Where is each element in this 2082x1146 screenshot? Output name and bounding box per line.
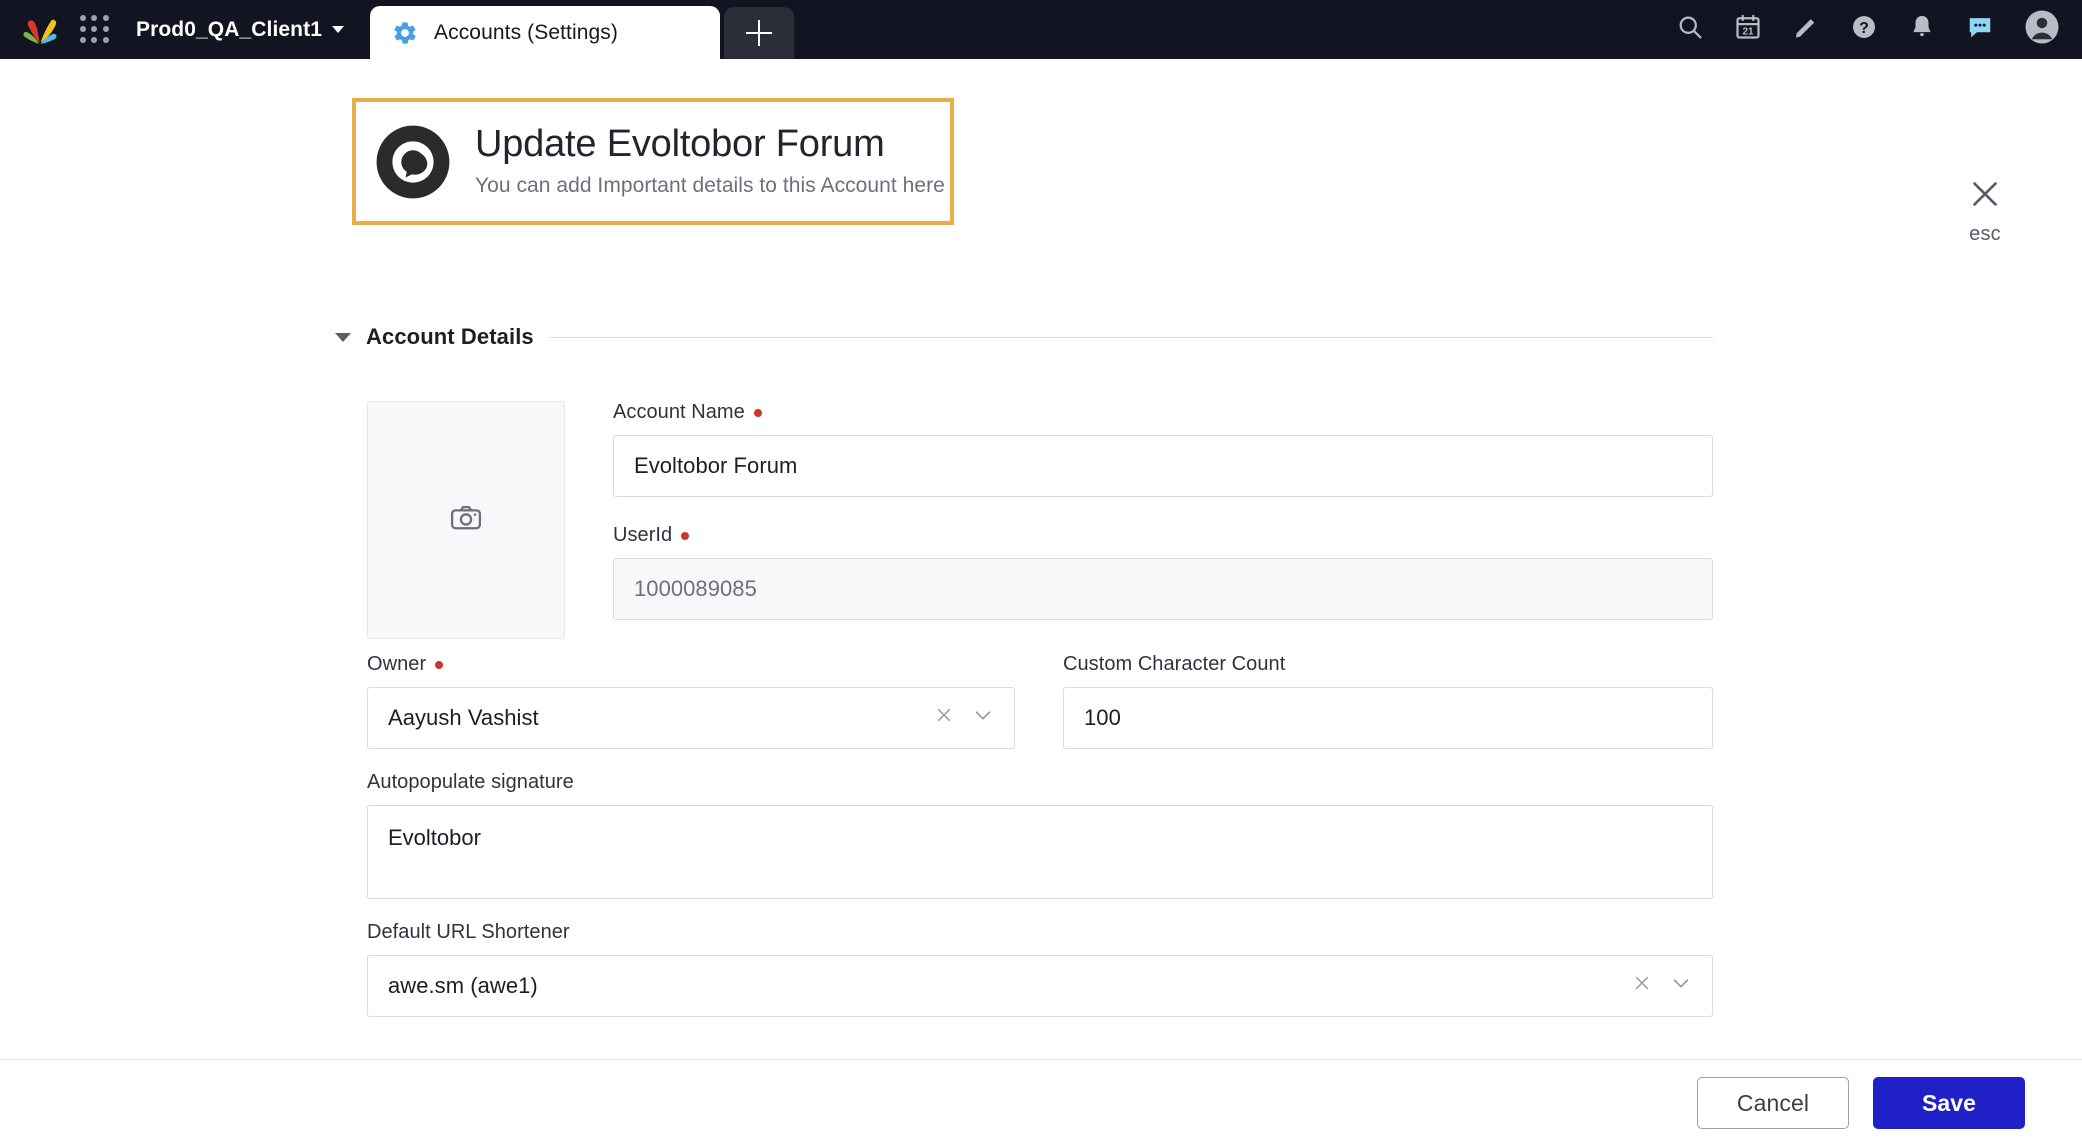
sprinklr-logo-icon[interactable] — [22, 13, 58, 47]
custom-character-count-label: Custom Character Count — [1063, 653, 1713, 676]
default-url-shortener-adornments — [1632, 972, 1694, 1000]
forum-speech-bubble-icon — [375, 124, 451, 200]
topbar-left-group: Prod0_QA_Client1 — [22, 0, 344, 59]
tab-strip: Accounts (Settings) — [370, 0, 794, 59]
clear-x-icon[interactable] — [934, 705, 954, 731]
field-user-id: UserId 1000089085 — [613, 524, 1713, 620]
page-title: Update Evoltobor Forum — [475, 123, 885, 166]
section-title: Account Details — [366, 324, 534, 349]
esc-label: esc — [1969, 223, 2001, 245]
panel-header-text: Update Evoltobor Forum You can add Impor… — [475, 123, 945, 200]
chevron-down-icon — [332, 26, 344, 33]
field-default-url-shortener: Default URL Shortener awe.sm (awe1) — [367, 921, 1713, 1017]
field-account-name: Account Name Evoltobor Forum — [613, 401, 1713, 497]
svg-text:21: 21 — [1742, 26, 1754, 37]
default-url-shortener-label-text: Default URL Shortener — [367, 921, 570, 943]
workspace-selector[interactable]: Prod0_QA_Client1 — [136, 18, 344, 42]
owner-select[interactable]: Aayush Vashist — [367, 687, 1015, 749]
field-autopopulate-signature: Autopopulate signature Evoltobor — [367, 771, 1713, 899]
autopopulate-signature-label: Autopopulate signature — [367, 771, 1713, 794]
svg-text:?: ? — [1859, 20, 1869, 37]
top-navigation-bar: Prod0_QA_Client1 Accounts (Settings) 21 … — [0, 0, 2082, 59]
user-id-input: 1000089085 — [613, 558, 1713, 620]
page-subtitle: You can add Important details to this Ac… — [475, 173, 945, 197]
form-row-top: Account Name Evoltobor Forum UserId 1000… — [367, 401, 1713, 647]
custom-character-count-value: 100 — [1084, 705, 1121, 730]
owner-label-text: Owner — [367, 653, 427, 675]
user-avatar-icon[interactable] — [2024, 9, 2060, 50]
caret-down-icon[interactable] — [335, 332, 351, 342]
owner-label: Owner — [367, 653, 1015, 676]
cancel-button[interactable]: Cancel — [1697, 1077, 1849, 1129]
pencil-icon[interactable] — [1792, 13, 1820, 46]
plus-icon — [746, 20, 772, 46]
default-url-shortener-select[interactable]: awe.sm (awe1) — [367, 955, 1713, 1017]
owner-adornments — [934, 704, 996, 732]
autopopulate-signature-label-text: Autopopulate signature — [367, 771, 574, 793]
required-indicator-icon — [681, 531, 690, 540]
default-url-shortener-label: Default URL Shortener — [367, 921, 1713, 944]
save-button[interactable]: Save — [1873, 1077, 2025, 1129]
tab-accounts-settings[interactable]: Accounts (Settings) — [370, 6, 720, 59]
custom-character-count-label-text: Custom Character Count — [1063, 653, 1286, 675]
apps-grid-icon[interactable] — [80, 14, 110, 45]
section-account-details-header: Account Details — [335, 324, 1713, 350]
form-footer: Cancel Save — [0, 1059, 2082, 1146]
help-circle-icon[interactable]: ? — [1850, 13, 1878, 46]
calendar-21-icon[interactable]: 21 — [1734, 13, 1762, 46]
section-divider — [548, 336, 1713, 338]
close-x-icon — [1943, 177, 2027, 216]
topbar-actions: 21 ? — [1676, 0, 2060, 59]
chevron-down-icon[interactable] — [1670, 972, 1692, 1000]
custom-character-count-input[interactable]: 100 — [1063, 687, 1713, 749]
bell-icon[interactable] — [1908, 13, 1936, 46]
close-panel-button[interactable]: esc — [1943, 177, 2027, 246]
user-id-value: 1000089085 — [634, 576, 757, 601]
autopopulate-signature-value: Evoltobor — [388, 825, 481, 850]
default-url-shortener-value: awe.sm (awe1) — [388, 973, 538, 998]
form-row-owner-charcount: Owner Aayush Vashist Custom Character Co… — [367, 653, 1713, 749]
top-right-fields: Account Name Evoltobor Forum UserId 1000… — [613, 401, 1713, 647]
new-tab-button[interactable] — [724, 7, 794, 59]
account-settings-panel: esc Update Evoltobor Forum You can add I… — [0, 59, 2082, 1146]
chevron-down-icon[interactable] — [972, 704, 994, 732]
owner-value: Aayush Vashist — [388, 705, 539, 730]
field-owner: Owner Aayush Vashist — [367, 653, 1015, 749]
account-name-value: Evoltobor Forum — [634, 453, 798, 478]
panel-header-highlight: Update Evoltobor Forum You can add Impor… — [352, 98, 954, 225]
autopopulate-signature-textarea[interactable]: Evoltobor — [367, 805, 1713, 899]
account-image-upload[interactable] — [367, 401, 565, 639]
account-name-label: Account Name — [613, 401, 1713, 424]
required-indicator-icon — [435, 660, 444, 669]
field-custom-character-count: Custom Character Count 100 — [1063, 653, 1713, 749]
workspace-label: Prod0_QA_Client1 — [136, 17, 322, 41]
gear-icon — [392, 20, 418, 46]
user-id-label: UserId — [613, 524, 1713, 547]
user-id-label-text: UserId — [613, 524, 673, 546]
account-name-input[interactable]: Evoltobor Forum — [613, 435, 1713, 497]
chat-bubble-icon[interactable] — [1966, 13, 1994, 46]
account-details-form: Account Name Evoltobor Forum UserId 1000… — [367, 401, 1713, 1017]
clear-x-icon[interactable] — [1632, 973, 1652, 999]
account-name-label-text: Account Name — [613, 401, 745, 423]
search-icon[interactable] — [1676, 13, 1704, 46]
tab-label: Accounts (Settings) — [434, 20, 618, 44]
camera-icon — [449, 501, 483, 540]
required-indicator-icon — [753, 408, 762, 417]
